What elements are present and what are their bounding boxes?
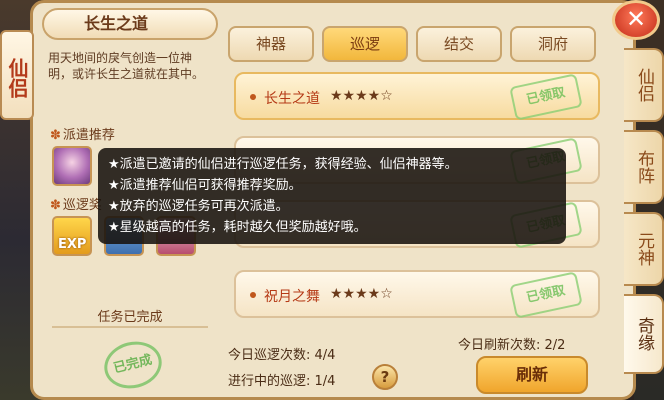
task-stars: ★★★★☆ [330,88,393,104]
bullet-icon [250,292,256,298]
reward-exp-icon[interactable]: EXP [52,216,92,256]
task-status: 任务已完成 [97,310,163,325]
bullet-icon [250,94,256,100]
side-tab-companion[interactable]: 仙侣 [624,48,664,122]
side-tab-spirit[interactable]: 元神 [624,212,664,286]
task-name: 祝月之舞 [264,289,320,305]
tab-artifact[interactable]: 神器 [228,26,314,62]
completed-stamp: 已完成 [99,335,167,395]
close-button[interactable]: ✕ [612,0,660,40]
recommend-title-text: 派遣推荐 [62,128,115,143]
claimed-stamp: 已领取 [509,73,583,121]
task-stars: ★★★★☆ [330,286,393,302]
tooltip-line: ★放弃的巡逻任务可再次派遣。 [108,199,289,214]
tab-befriend[interactable]: 结交 [416,26,502,62]
flower-icon: ✽ [50,128,61,143]
help-tooltip: ★派遣已邀请的仙侣进行巡逻任务，获得经验、仙侣神器等。 ★派遣推荐仙侣可获得推荐… [98,148,566,244]
tooltip-line: ★星级越高的任务，耗时越久但奖励越好哦。 [108,220,367,235]
side-title: 仙侣 [0,30,34,120]
recommended-companion-avatar[interactable] [52,146,92,186]
divider [52,326,208,328]
recommend-section-title: ✽ 派遣推荐 [50,124,115,143]
task-name: 长生之道 [264,91,320,107]
exp-label: EXP [58,237,87,252]
patrol-title-text: 巡逻奖 [62,198,102,213]
task-row[interactable]: 长生之道 ★★★★☆ 已领取 [234,72,600,121]
task-description: 用天地间的戾气创造一位神明，或许长生之道就在其中。 [48,51,205,81]
tab-cave[interactable]: 洞府 [510,26,596,62]
tab-patrol[interactable]: 巡逻 [322,26,408,62]
side-tab-formation[interactable]: 布阵 [624,130,664,204]
side-tab-fortune[interactable]: 奇缘 [624,294,664,374]
flower-icon: ✽ [50,198,61,213]
in-progress-patrol-count: 进行中的巡逻: 1/4 [228,374,336,389]
today-refresh-count: 今日刷新次数: 2/2 [458,338,566,353]
today-patrol-count: 今日巡逻次数: 4/4 [228,348,336,363]
tooltip-line: ★派遣推荐仙侣可获得推荐奖励。 [108,178,302,193]
task-row[interactable]: 祝月之舞 ★★★★☆ 已领取 [234,270,600,319]
help-button[interactable]: ? [372,364,398,390]
patrol-reward-section-title: ✽ 巡逻奖 [50,194,102,213]
task-heading: 长生之道 [42,8,218,40]
tooltip-line: ★派遣已邀请的仙侣进行巡逻任务，获得经验、仙侣神器等。 [108,157,458,172]
claimed-stamp: 已领取 [509,271,583,319]
refresh-button[interactable]: 刷新 [476,356,588,394]
